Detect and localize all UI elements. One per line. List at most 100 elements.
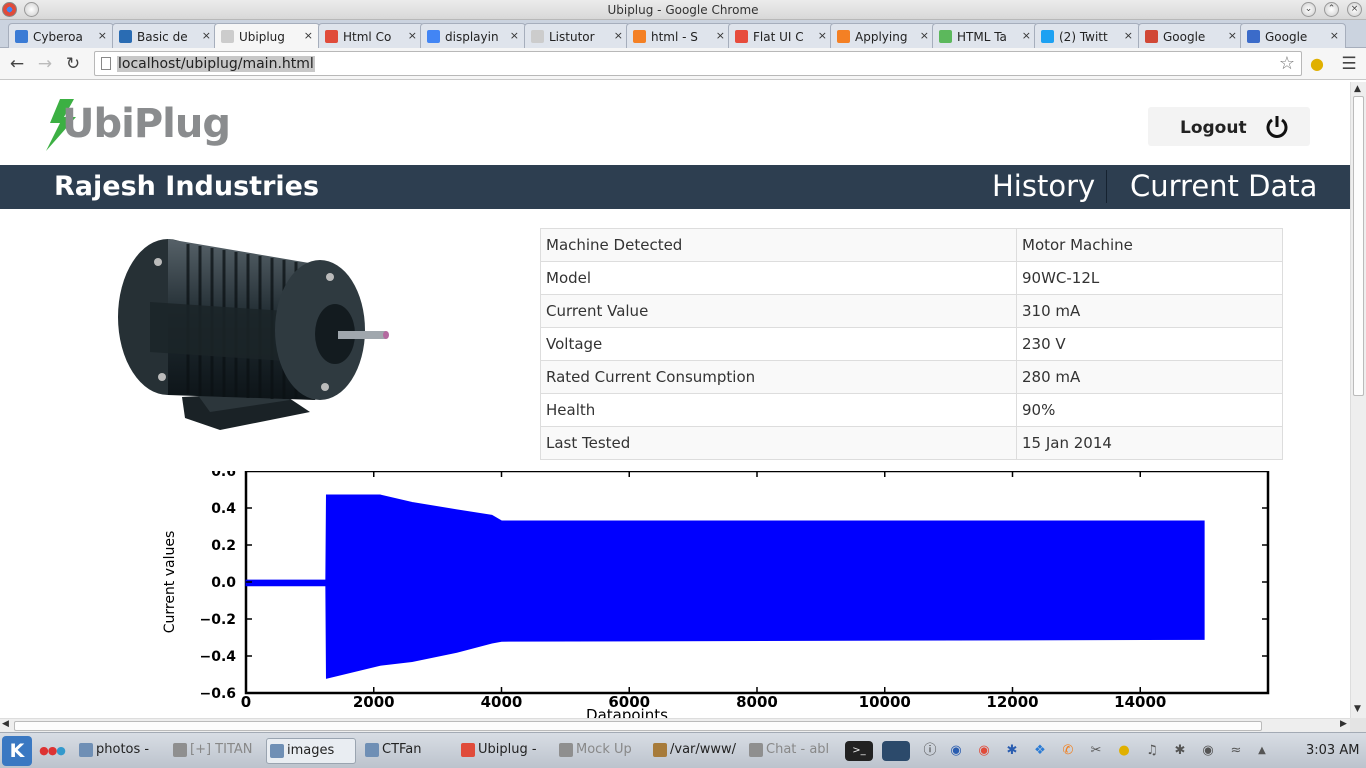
logo-text: UbiPlug [62,101,231,147]
close-window-icon[interactable]: × [1347,2,1362,17]
tab-8[interactable]: Flat UI C × [728,23,834,48]
scroll-right-arrow-icon[interactable]: ▶ [1340,719,1347,729]
tab-12[interactable]: Google × [1138,23,1244,48]
volume-icon[interactable]: ♫ [1142,741,1162,761]
terminal-icon[interactable]: >_ [845,741,873,761]
window-title: Ubiplug - Google Chrome [607,3,759,17]
tab-close-icon[interactable]: × [1330,29,1339,42]
tab-favicon-icon [119,30,132,43]
tab-close-icon[interactable]: × [98,29,107,42]
menu-icon[interactable]: ☰ [1338,53,1360,75]
tab-close-icon[interactable]: × [304,29,313,42]
taskbar-task[interactable]: Chat - abl [746,738,834,764]
tab-5[interactable]: displayin × [420,23,526,48]
tab-close-icon[interactable]: × [1022,29,1031,42]
nav-divider [1106,170,1107,203]
tab-9[interactable]: Applying × [830,23,936,48]
taskbar-task[interactable]: CTFan [362,738,452,764]
taskbar-task[interactable]: Mock Up [556,738,644,764]
address-url[interactable]: localhost/ubiplug/main.html [117,56,315,72]
vertical-scroll-thumb[interactable] [1353,96,1364,396]
tab-close-icon[interactable]: × [1228,29,1237,42]
dropbox-icon[interactable]: ❖ [1030,741,1050,761]
x-tick-label: 4000 [481,693,523,711]
horizontal-scroll-thumb[interactable] [14,721,1262,731]
task-label: Ubiplug - [478,742,537,757]
tab-close-icon[interactable]: × [716,29,725,42]
network-icon[interactable]: ◉ [1198,741,1218,761]
y-axis-label: Current values [162,531,178,634]
tab-close-icon[interactable]: × [202,29,211,42]
logout-button[interactable]: Logout [1148,107,1310,146]
maximize-icon[interactable]: ⌃ [1324,2,1339,17]
tab-label: displayin [445,30,499,44]
row-key: Health [540,393,1017,427]
tab-label: Applying [855,30,908,44]
tab-strip: Cyberoa × Basic de × Ubiplug × Html Co × display… [0,20,1366,49]
scrollbar-corner [1350,718,1366,732]
taskbar-task[interactable]: Ubiplug - [458,738,550,764]
tab-3[interactable]: Ubiplug × [214,23,320,49]
y-tick-label: −0.4 [199,649,236,665]
clock[interactable]: 3:03 AM [1306,743,1359,758]
current-values-chart: 0 2000 4000 6000 8000 10000 12000 14000 −0.6 −0.4… [150,464,1280,718]
task-icon [559,743,573,757]
scissors-icon[interactable]: ✂ [1086,741,1106,761]
tray-expand-icon[interactable]: ▲ [1252,741,1272,761]
task-icon [653,743,667,757]
x-tick-label: 14000 [1114,693,1166,711]
lightbulb-tray-icon[interactable]: ● [1114,741,1134,761]
activity-dots-icon[interactable]: ●●● [36,741,68,761]
back-arrow-icon[interactable]: ← [6,53,28,75]
info-icon[interactable]: ⓘ [920,741,940,761]
nav-history-link[interactable]: History [992,169,1095,203]
bluetooth-tray-icon[interactable]: ✱ [1170,741,1190,761]
tab-1[interactable]: Cyberoa × [8,23,114,48]
tab-10[interactable]: HTML Ta × [932,23,1038,48]
tab-7[interactable]: html - S × [626,23,732,48]
chrome-launcher-icon[interactable]: ◉ [974,741,994,761]
tab-2[interactable]: Basic de × [112,23,218,48]
reload-icon[interactable]: ↻ [62,53,84,75]
forward-arrow-icon[interactable]: → [34,53,56,75]
scroll-down-arrow-icon[interactable]: ▼ [1354,704,1361,714]
desktop-preview-icon[interactable] [882,741,910,761]
horizontal-scrollbar[interactable]: ◀ ▶ [0,718,1350,732]
tab-label: html - S [651,30,698,44]
taskbar-task[interactable]: images [266,738,356,764]
tab-close-icon[interactable]: × [408,29,417,42]
nav-current-data-link[interactable]: Current Data [1130,169,1317,203]
tab-close-icon[interactable]: × [614,29,623,42]
globe-icon[interactable]: ◉ [946,741,966,761]
vertical-scrollbar[interactable]: ▲ ▼ [1350,82,1366,718]
task-label: /var/www/ [670,742,737,757]
table-row: Machine Detected Motor Machine [540,228,1283,262]
taskbar-task[interactable]: /var/www/ [650,738,740,764]
scroll-left-arrow-icon[interactable]: ◀ [2,719,9,729]
tab-11[interactable]: (2) Twitt × [1034,23,1140,48]
bookmark-star-icon[interactable]: ☆ [1279,53,1295,74]
tab-6[interactable]: Listutor × [524,23,630,48]
machine-info-table: Machine Detected Motor Machine Model 90WC-1… [540,228,1283,460]
wifi-icon[interactable]: ≈ [1226,741,1246,761]
scroll-up-arrow-icon[interactable]: ▲ [1354,84,1361,94]
lightbulb-icon[interactable]: ● [1306,53,1328,75]
minimize-icon[interactable]: ⌄ [1301,2,1316,17]
bluetooth-icon[interactable]: ✱ [1002,741,1022,761]
tab-label: Listutor [549,30,595,44]
tab-13[interactable]: Google × [1240,23,1346,48]
taskbar-task[interactable]: photos - [76,738,166,764]
tab-close-icon[interactable]: × [510,29,519,42]
tab-4[interactable]: Html Co × [318,23,424,48]
task-icon [173,743,187,757]
tab-close-icon[interactable]: × [1124,29,1133,42]
tab-close-icon[interactable]: × [920,29,929,42]
phone-icon[interactable]: ✆ [1058,741,1078,761]
address-bar[interactable]: localhost/ubiplug/main.html ☆ [94,51,1302,76]
tab-close-icon[interactable]: × [818,29,827,42]
taskbar-task[interactable]: [+] TITAN [170,738,260,764]
task-icon [79,743,93,757]
x-tick-label: 2000 [353,693,395,711]
kde-start-button[interactable]: K [2,736,32,766]
tab-label: (2) Twitt [1059,30,1108,44]
